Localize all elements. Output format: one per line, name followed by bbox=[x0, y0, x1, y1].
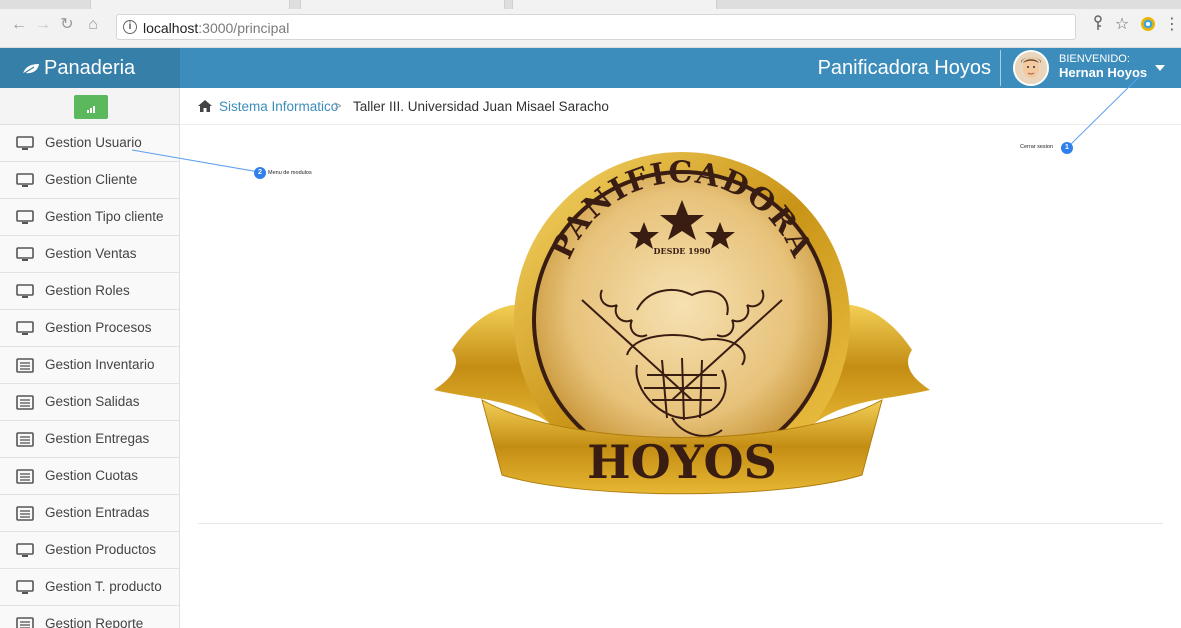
sidebar-item[interactable]: Gestion Tipo cliente bbox=[0, 199, 179, 236]
sidebar-item[interactable]: Gestion Roles bbox=[0, 273, 179, 310]
reload-icon[interactable]: ↻ bbox=[58, 16, 76, 34]
avatar[interactable] bbox=[1013, 50, 1049, 86]
monitor-icon bbox=[16, 210, 34, 224]
star-icon[interactable]: ☆ bbox=[1112, 15, 1132, 35]
list-icon bbox=[16, 469, 34, 484]
sidebar-item-label: Gestion Ventas bbox=[45, 246, 137, 261]
sidebar-item[interactable]: Gestion Cuotas bbox=[0, 458, 179, 495]
breadcrumb-current: Taller III. Universidad Juan Misael Sara… bbox=[353, 99, 609, 114]
monitor-icon bbox=[16, 247, 34, 261]
list-icon bbox=[16, 432, 34, 447]
welcome-label: BIENVENIDO: bbox=[1059, 53, 1130, 65]
sidebar-item[interactable]: Gestion Usuario bbox=[0, 125, 179, 162]
breadcrumb-separator: > bbox=[334, 98, 342, 113]
sidebar-item-label: Gestion Usuario bbox=[45, 135, 142, 150]
brand-logo[interactable]: Panaderia bbox=[0, 48, 180, 88]
sidebar-item-label: Gestion Reporte bbox=[45, 616, 144, 628]
brand-text: Panaderia bbox=[44, 57, 136, 79]
monitor-icon bbox=[16, 321, 34, 335]
sidebar-item-label: Gestion T. producto bbox=[45, 579, 162, 594]
home-browser-icon[interactable]: ⌂ bbox=[84, 16, 102, 34]
logo-name: HOYOS bbox=[587, 435, 777, 489]
forward-icon[interactable]: → bbox=[34, 16, 52, 34]
sidebar-item-label: Gestion Entradas bbox=[45, 505, 150, 520]
extension-icon[interactable] bbox=[1138, 15, 1158, 35]
company-logo: PANIFICADORA DESDE 1990 HOYOS bbox=[432, 150, 932, 506]
back-icon[interactable]: ← bbox=[10, 16, 28, 34]
sidebar-item-label: Gestion Productos bbox=[45, 542, 157, 557]
user-name: Hernan Hoyos bbox=[1059, 65, 1148, 80]
sidebar-item-label: Gestion Inventario bbox=[45, 357, 155, 372]
monitor-icon bbox=[16, 543, 34, 557]
browser-tab[interactable] bbox=[300, 0, 505, 9]
browser-tab[interactable] bbox=[512, 0, 717, 9]
sidebar-item[interactable]: Gestion Salidas bbox=[0, 384, 179, 421]
breadcrumb-link[interactable]: Sistema Informatico bbox=[219, 99, 338, 114]
url-text: localhost:3000/principal bbox=[143, 20, 290, 36]
stats-button[interactable] bbox=[74, 95, 108, 119]
monitor-icon bbox=[16, 284, 34, 298]
app-header: Panaderia Panificadora Hoyos BIENVENIDO:… bbox=[0, 48, 1181, 88]
annotation-badge: 2 bbox=[254, 167, 266, 179]
sidebar-item-label: Gestion Entregas bbox=[45, 431, 150, 446]
key-icon[interactable] bbox=[1088, 15, 1108, 35]
sidebar-item[interactable]: Gestion Entradas bbox=[0, 495, 179, 532]
module-menu: Gestion Usuario Gestion Cliente Gestion Ti… bbox=[0, 125, 179, 628]
bar-chart-icon bbox=[87, 110, 89, 113]
annotation-badge: 1 bbox=[1061, 142, 1073, 154]
home-icon[interactable] bbox=[197, 99, 213, 113]
sidebar: Gestion Usuario Gestion Cliente Gestion Ti… bbox=[0, 88, 180, 628]
annotation-text: Cerrar sesion bbox=[1020, 144, 1054, 150]
breadcrumb: Sistema Informatico > Taller III. Univer… bbox=[181, 88, 1181, 125]
sidebar-item[interactable]: Gestion Inventario bbox=[0, 347, 179, 384]
user-menu[interactable]: BIENVENIDO: Hernan Hoyos bbox=[1001, 48, 1181, 88]
leaf-icon bbox=[22, 64, 39, 75]
chevron-down-icon[interactable] bbox=[1155, 65, 1165, 71]
sidebar-item-label: Gestion Procesos bbox=[45, 320, 152, 335]
sidebar-item-label: Gestion Tipo cliente bbox=[45, 209, 164, 224]
sidebar-item[interactable]: Gestion Entregas bbox=[0, 421, 179, 458]
monitor-icon bbox=[16, 580, 34, 594]
logo-since: DESDE 1990 bbox=[654, 246, 711, 256]
sidebar-item[interactable]: Gestion T. producto bbox=[0, 569, 179, 606]
browser-tab[interactable] bbox=[90, 0, 290, 9]
monitor-icon bbox=[16, 136, 34, 150]
browser-toolbar: ← → ↻ ⌂ i localhost:3000/principal ☆ ⋮ bbox=[0, 0, 1181, 48]
sidebar-item-label: Gestion Roles bbox=[45, 283, 130, 298]
sidebar-item[interactable]: Gestion Productos bbox=[0, 532, 179, 569]
header-title: Panificadora Hoyos bbox=[817, 57, 991, 79]
address-bar[interactable]: i localhost:3000/principal bbox=[116, 14, 1076, 40]
list-icon bbox=[16, 358, 34, 373]
list-icon bbox=[16, 506, 34, 521]
more-menu-icon[interactable]: ⋮ bbox=[1162, 15, 1181, 35]
sidebar-item[interactable]: Gestion Cliente bbox=[0, 162, 179, 199]
list-icon bbox=[16, 617, 34, 628]
monitor-icon bbox=[16, 173, 34, 187]
sidebar-item[interactable]: Gestion Reporte bbox=[0, 606, 179, 628]
sidebar-item-label: Gestion Cuotas bbox=[45, 468, 139, 483]
sidebar-item-label: Gestion Salidas bbox=[45, 394, 140, 409]
annotation-text: Menu de modulos bbox=[268, 170, 312, 176]
sidebar-item[interactable]: Gestion Procesos bbox=[0, 310, 179, 347]
sidebar-top bbox=[0, 88, 179, 125]
tab-strip bbox=[0, 0, 1181, 9]
content-divider bbox=[198, 523, 1163, 524]
sidebar-item-label: Gestion Cliente bbox=[45, 172, 138, 187]
info-icon[interactable]: i bbox=[123, 20, 137, 34]
list-icon bbox=[16, 395, 34, 410]
sidebar-item[interactable]: Gestion Ventas bbox=[0, 236, 179, 273]
